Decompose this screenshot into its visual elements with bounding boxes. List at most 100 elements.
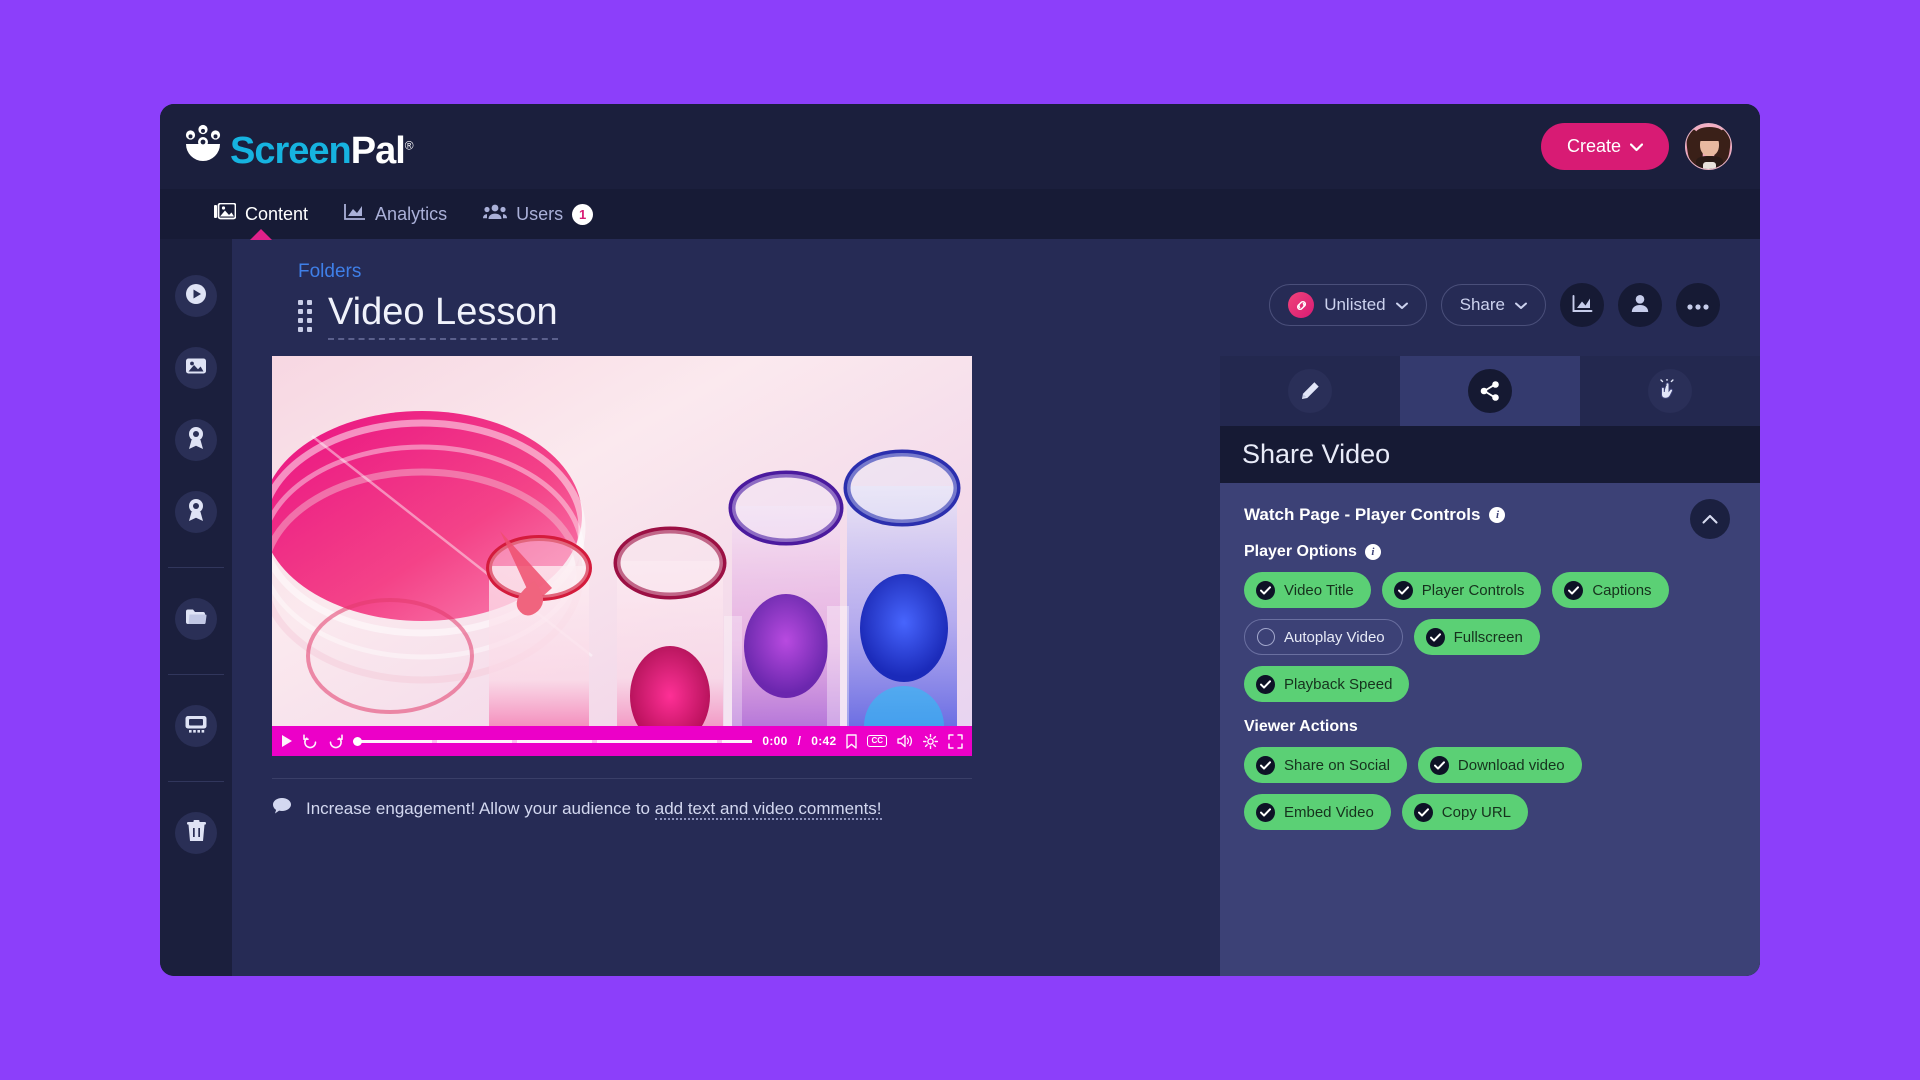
nav-label-content: Content — [245, 203, 309, 224]
more-options-button[interactable] — [1676, 283, 1720, 327]
volume-icon[interactable] — [897, 734, 913, 748]
avatar[interactable] — [1685, 123, 1732, 170]
forward-icon[interactable] — [328, 733, 343, 749]
check-icon — [1393, 580, 1413, 600]
tab-share[interactable] — [1400, 356, 1580, 426]
option-captions[interactable]: Captions — [1552, 572, 1669, 608]
check-icon — [1425, 627, 1445, 647]
sidebar-item-courses[interactable] — [175, 705, 217, 747]
body-area: Folders Video Lesson Unlisted Share 0:00… — [160, 239, 1760, 976]
option-fullscreen[interactable]: Fullscreen — [1413, 619, 1540, 655]
chevron-down-icon — [1515, 295, 1527, 315]
visibility-dropdown[interactable]: Unlisted — [1269, 284, 1427, 326]
option-label: Download video — [1457, 756, 1565, 774]
group-label-text: Viewer Actions — [1244, 718, 1358, 735]
trash-icon — [186, 819, 206, 847]
engagement-link[interactable]: add text and video comments! — [654, 798, 882, 820]
option-player-controls[interactable]: Player Controls — [1381, 572, 1542, 608]
sidebar-item-trash[interactable] — [175, 812, 217, 854]
option-label: Autoplay Video — [1284, 628, 1385, 646]
page-header-actions: Unlisted Share — [1269, 283, 1720, 327]
option-copy-url[interactable]: Copy URL — [1401, 794, 1528, 830]
more-ellipsis-icon — [1687, 298, 1709, 313]
nav-item-analytics[interactable]: Analytics — [326, 189, 465, 239]
active-tab-indicator — [250, 229, 273, 240]
progress-track — [357, 739, 753, 743]
pencil-icon — [1288, 369, 1332, 413]
sidebar-item-certificates[interactable] — [175, 491, 217, 533]
drag-handle-icon[interactable] — [298, 299, 312, 332]
left-sidebar — [160, 239, 232, 976]
time-separator: / — [797, 734, 802, 748]
option-download-video[interactable]: Download video — [1417, 747, 1582, 783]
check-icon — [1256, 674, 1275, 694]
screenpal-logo-mark — [182, 124, 224, 166]
option-label: Embed Video — [1284, 803, 1374, 821]
video-people-button[interactable] — [1618, 283, 1662, 327]
option-share-on-social[interactable]: Share on Social — [1244, 747, 1407, 783]
person-icon — [1631, 294, 1649, 316]
share-panel-body[interactable]: Watch Page - Player Controls i Player Op… — [1220, 483, 1760, 976]
progress-segment — [597, 739, 718, 743]
option-video-title[interactable]: Video Title — [1244, 572, 1371, 608]
check-icon — [1256, 580, 1275, 600]
rewind-icon[interactable] — [303, 733, 318, 749]
screenpal-logo[interactable]: ScreenPal® — [182, 124, 414, 172]
share-dropdown-button[interactable]: Share — [1440, 284, 1546, 326]
nav-label-analytics: Analytics — [375, 203, 448, 224]
video-stats-button[interactable] — [1560, 283, 1604, 327]
sidebar-divider — [168, 567, 224, 568]
cc-icon[interactable]: CC — [867, 735, 887, 747]
create-button-label: Create — [1566, 136, 1621, 156]
video-player[interactable]: 0:00 / 0:42 CC — [272, 356, 972, 756]
player-options-row-2: Autoplay Video Fullscreen — [1244, 619, 1736, 655]
create-button[interactable]: Create — [1540, 123, 1669, 170]
progress-segment — [357, 739, 433, 743]
link-icon — [1288, 292, 1315, 318]
current-time-label: 0:00 — [762, 734, 788, 748]
option-label: Captions — [1592, 581, 1652, 599]
content-images-icon — [214, 202, 237, 226]
option-label: Playback Speed — [1284, 675, 1393, 693]
sidebar-item-videos[interactable] — [175, 275, 217, 317]
sidebar-item-folders[interactable] — [175, 598, 217, 640]
group-label-viewer-actions: Viewer Actions — [1244, 718, 1736, 736]
bookmark-icon[interactable] — [846, 733, 858, 749]
info-icon[interactable]: i — [1489, 507, 1506, 523]
info-icon[interactable]: i — [1364, 544, 1381, 560]
logo-pal-text: Pal — [350, 129, 406, 172]
option-embed-video[interactable]: Embed Video — [1244, 794, 1391, 830]
video-thumbnail — [272, 356, 972, 756]
option-autoplay-video[interactable]: Autoplay Video — [1244, 619, 1403, 655]
progress-knob[interactable] — [353, 736, 362, 746]
breadcrumb[interactable]: Folders — [298, 261, 558, 283]
analytics-chart-icon — [344, 203, 366, 226]
logo-registered-mark: ® — [404, 138, 414, 153]
image-icon — [185, 356, 207, 381]
progress-bar[interactable] — [353, 733, 753, 749]
engagement-text-static: Increase engagement! Allow your audience… — [306, 798, 655, 818]
play-icon[interactable] — [281, 734, 293, 748]
tab-interact[interactable] — [1580, 356, 1760, 426]
panel-tabs — [1220, 356, 1760, 426]
share-nodes-icon — [1468, 369, 1512, 413]
duration-label: 0:42 — [811, 734, 837, 748]
nav-item-content[interactable]: Content — [196, 189, 326, 240]
option-playback-speed[interactable]: Playback Speed — [1244, 666, 1410, 702]
video-column: 0:00 / 0:42 CC Increase engagement! Allo… — [272, 356, 1220, 976]
option-label: Share on Social — [1284, 756, 1390, 774]
comment-bubble-icon — [272, 797, 292, 820]
page-title[interactable]: Video Lesson — [328, 291, 558, 340]
collapse-section-button[interactable] — [1690, 499, 1730, 539]
tab-edit[interactable] — [1220, 356, 1400, 426]
logo-wordmark: ScreenPal® — [230, 129, 414, 172]
award-ribbon-icon — [186, 498, 206, 527]
settings-gear-icon[interactable] — [923, 733, 938, 749]
sidebar-divider — [168, 781, 224, 782]
nav-item-users[interactable]: Users 1 — [465, 189, 611, 239]
fullscreen-icon[interactable] — [948, 733, 963, 749]
sidebar-item-badges[interactable] — [175, 419, 217, 461]
sidebar-item-images[interactable] — [175, 347, 217, 389]
users-group-icon — [483, 203, 508, 226]
player-options-row-3: Playback Speed — [1244, 666, 1736, 702]
